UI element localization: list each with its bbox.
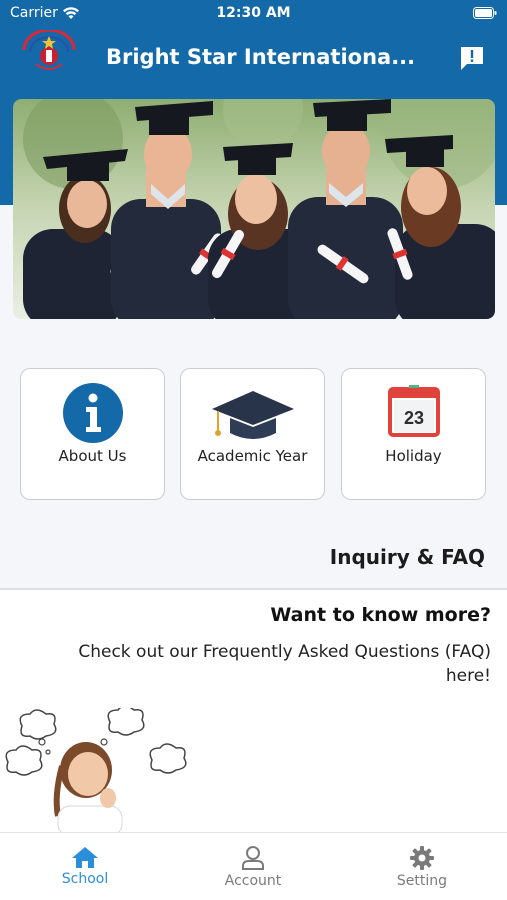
tab-account[interactable]: Account (193, 839, 313, 895)
school-logo-icon (22, 30, 76, 70)
inquiry-section-title: Inquiry & FAQ (329, 545, 485, 569)
tab-setting-label: Setting (396, 873, 448, 889)
graduation-cap-icon (211, 391, 294, 439)
calendar-icon: 23 (387, 385, 440, 437)
tab-bar: School Account Setting (0, 832, 507, 900)
app-screen: Carrier 12:30 AM Bright Star Internation… (0, 0, 507, 900)
quick-links: About Us Academic Year 23 Holiday (20, 368, 488, 502)
tab-account-label: Account (224, 873, 282, 889)
holiday-label: Holiday (385, 447, 442, 465)
app-title: Bright Star Internationa... (106, 45, 416, 69)
academic-year-tile[interactable]: Academic Year (180, 368, 325, 500)
tab-setting[interactable]: Setting (362, 839, 482, 895)
status-bar: Carrier 12:30 AM (0, 0, 507, 28)
thinking-girl-image (5, 708, 187, 832)
faq-card[interactable]: Want to know more? Check out our Frequen… (0, 590, 507, 832)
graduates-photo (13, 99, 495, 319)
tab-school-label: School (61, 871, 109, 887)
status-time: 12:30 AM (216, 5, 291, 21)
tab-school[interactable]: School (25, 839, 145, 895)
user-icon (242, 846, 264, 870)
calendar-day: 23 (403, 408, 423, 428)
gear-icon (410, 846, 434, 870)
about-us-label: About Us (58, 447, 127, 465)
faq-text: Check out our Frequently Asked Questions… (78, 642, 491, 686)
info-icon (62, 383, 123, 443)
feedback-icon[interactable] (459, 45, 485, 71)
battery-icon (473, 7, 497, 19)
faq-headline: Want to know more? (270, 604, 491, 626)
home-icon (72, 847, 98, 868)
academic-year-label: Academic Year (197, 447, 308, 465)
about-us-tile[interactable]: About Us (20, 368, 165, 500)
holiday-tile[interactable]: 23 Holiday (341, 368, 486, 500)
